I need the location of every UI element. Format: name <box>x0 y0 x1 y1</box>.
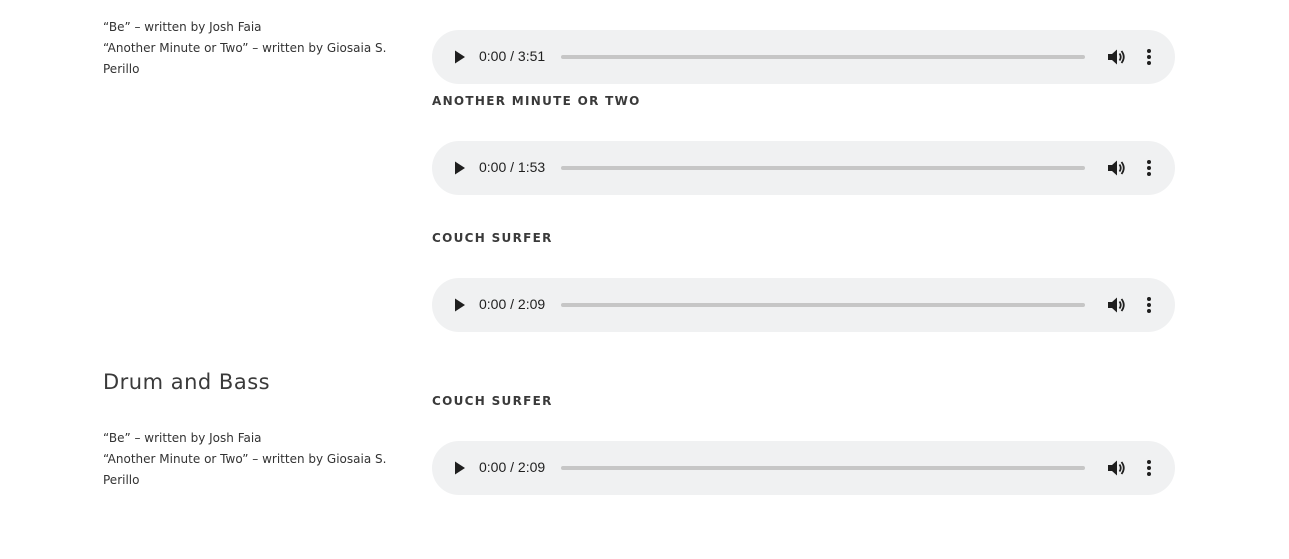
audio-player[interactable]: 0:00 / 1:53 <box>432 141 1175 195</box>
time-display: 0:00 / 2:09 <box>479 459 545 475</box>
current-time: 0:00 <box>479 48 507 64</box>
duration: 1:53 <box>517 159 546 175</box>
track-title: COUCH SURFER <box>432 231 553 245</box>
credit-line: “Be” – written by Josh Faia <box>103 431 262 445</box>
time-display: 0:00 / 3:51 <box>479 48 545 64</box>
time-separator: / <box>506 159 518 175</box>
audio-player[interactable]: 0:00 / 2:09 <box>432 278 1175 332</box>
audio-player[interactable]: 0:00 / 3:51 <box>432 30 1175 84</box>
time-separator: / <box>506 296 518 312</box>
track-title: ANOTHER MINUTE OR TWO <box>432 94 641 108</box>
current-time: 0:00 <box>479 159 507 175</box>
credit-line: “Another Minute or Two” – written by Gio… <box>103 41 387 76</box>
current-time: 0:00 <box>479 459 507 475</box>
duration: 2:09 <box>517 296 546 312</box>
time-separator: / <box>506 459 518 475</box>
volume-icon[interactable] <box>1107 48 1127 66</box>
section-heading: Drum and Bass <box>103 370 271 394</box>
track-title: COUCH SURFER <box>432 394 553 408</box>
page: “Be” – written by Josh Faia “Another Min… <box>0 0 1289 559</box>
volume-icon[interactable] <box>1107 459 1127 477</box>
credit-line: “Be” – written by Josh Faia <box>103 20 262 34</box>
duration: 2:09 <box>517 459 546 475</box>
credit-line: “Another Minute or Two” – written by Gio… <box>103 452 387 487</box>
seek-bar[interactable] <box>561 303 1085 307</box>
play-icon[interactable] <box>452 49 468 65</box>
play-icon[interactable] <box>452 160 468 176</box>
volume-icon[interactable] <box>1107 159 1127 177</box>
time-display: 0:00 / 2:09 <box>479 296 545 312</box>
time-display: 0:00 / 1:53 <box>479 159 545 175</box>
time-separator: / <box>506 48 518 64</box>
seek-bar[interactable] <box>561 166 1085 170</box>
duration: 3:51 <box>517 48 546 64</box>
credits-list: “Be” – written by Josh Faia “Another Min… <box>103 17 393 80</box>
seek-bar[interactable] <box>561 55 1085 59</box>
more-vertical-icon[interactable] <box>1141 47 1157 67</box>
play-icon[interactable] <box>452 460 468 476</box>
volume-icon[interactable] <box>1107 296 1127 314</box>
more-vertical-icon[interactable] <box>1141 458 1157 478</box>
more-vertical-icon[interactable] <box>1141 158 1157 178</box>
seek-bar[interactable] <box>561 466 1085 470</box>
credits-list: “Be” – written by Josh Faia “Another Min… <box>103 428 393 491</box>
more-vertical-icon[interactable] <box>1141 295 1157 315</box>
current-time: 0:00 <box>479 296 507 312</box>
play-icon[interactable] <box>452 297 468 313</box>
audio-player[interactable]: 0:00 / 2:09 <box>432 441 1175 495</box>
